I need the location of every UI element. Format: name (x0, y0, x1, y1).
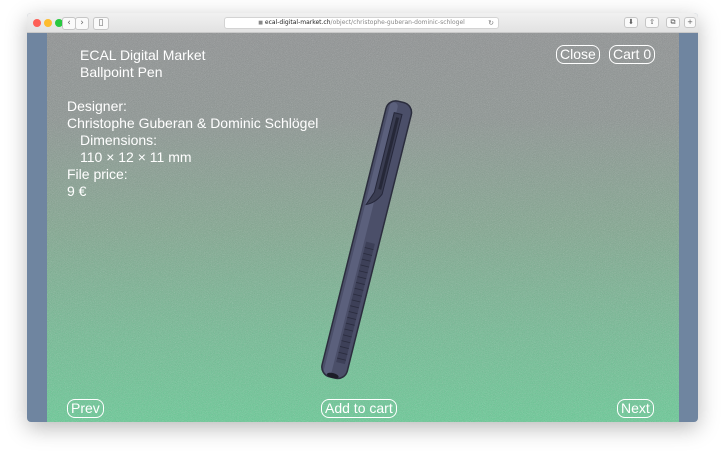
prev-button[interactable]: Prev (67, 399, 104, 418)
pen-3d-model[interactable] (302, 91, 427, 386)
downloads-button[interactable]: ⬇ (624, 17, 638, 28)
site-title[interactable]: ECAL Digital Market (80, 47, 206, 64)
designer-label: Designer: (67, 98, 127, 114)
designer-value: Christophe Guberan & Dominic Schlögel (67, 115, 319, 131)
tabs-overview-button[interactable]: ⧉ (666, 17, 680, 28)
forward-button[interactable]: › (75, 17, 89, 30)
minimize-window-button[interactable] (44, 19, 52, 27)
download-icon: ⬇ (628, 18, 634, 26)
page-viewport: ECAL Digital Market Ballpoint Pen Design… (47, 33, 679, 422)
dimensions-label: Dimensions: (80, 132, 158, 148)
close-button[interactable]: Close (556, 45, 600, 64)
lock-icon: ■ (258, 20, 263, 26)
share-icon: ⇧ (649, 18, 655, 26)
next-button[interactable]: Next (617, 399, 654, 418)
dimensions-value: 110 × 12 × 11 mm (80, 149, 192, 165)
new-tab-button[interactable]: + (684, 17, 696, 28)
browser-window: ‹ › ▯ ■ ecal-digital-market.ch/object/chr… (27, 13, 698, 422)
url-path: /object/christophe-guberan-dominic-schlo… (330, 19, 465, 26)
address-bar[interactable]: ■ ecal-digital-market.ch/object/christoph… (224, 17, 499, 29)
add-to-cart-button[interactable]: Add to cart (321, 399, 397, 418)
price-label: File price: (67, 166, 128, 182)
chevron-left-icon: ‹ (67, 18, 71, 28)
close-window-button[interactable] (33, 19, 41, 27)
price-value: 9 € (67, 183, 87, 199)
plus-icon: + (687, 18, 693, 26)
chevron-right-icon: › (80, 18, 84, 28)
url-domain: ecal-digital-market.ch (264, 19, 331, 26)
tabs-icon: ⧉ (670, 18, 676, 26)
back-button[interactable]: ‹ (62, 17, 76, 30)
sidebar-icon: ▯ (98, 18, 104, 28)
sidebar-toggle-button[interactable]: ▯ (93, 17, 109, 30)
reload-icon[interactable]: ↻ (488, 18, 494, 28)
product-name: Ballpoint Pen (80, 64, 163, 80)
share-button[interactable]: ⇧ (645, 17, 659, 28)
browser-toolbar: ‹ › ▯ ■ ecal-digital-market.ch/object/chr… (27, 13, 698, 33)
cart-button[interactable]: Cart 0 (609, 45, 656, 64)
